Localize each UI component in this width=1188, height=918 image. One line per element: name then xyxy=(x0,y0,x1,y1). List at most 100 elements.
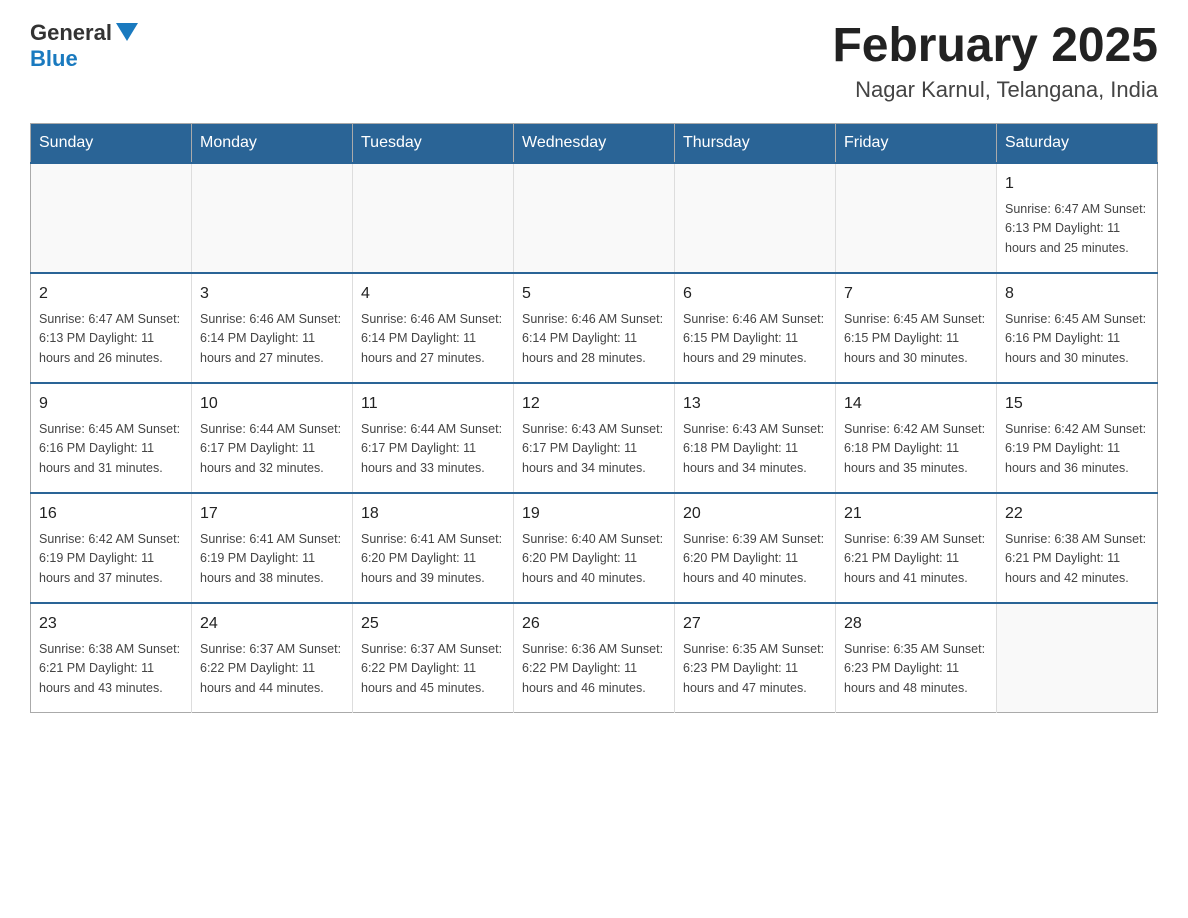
day-info: Sunrise: 6:41 AM Sunset: 6:20 PM Dayligh… xyxy=(361,530,505,588)
calendar-day-cell: 1Sunrise: 6:47 AM Sunset: 6:13 PM Daylig… xyxy=(997,163,1158,273)
title-block: February 2025 Nagar Karnul, Telangana, I… xyxy=(832,20,1158,103)
day-number: 11 xyxy=(361,392,505,416)
day-number: 26 xyxy=(522,612,666,636)
day-number: 3 xyxy=(200,282,344,306)
day-info: Sunrise: 6:39 AM Sunset: 6:21 PM Dayligh… xyxy=(844,530,988,588)
day-info: Sunrise: 6:46 AM Sunset: 6:15 PM Dayligh… xyxy=(683,310,827,368)
calendar-day-cell: 3 Sunrise: 6:46 AM Sunset: 6:14 PM Daylig… xyxy=(192,273,353,383)
day-info: Sunrise: 6:44 AM Sunset: 6:17 PM Dayligh… xyxy=(200,420,344,478)
day-info: Sunrise: 6:46 AM Sunset: 6:14 PM Dayligh… xyxy=(200,310,344,368)
day-number: 13 xyxy=(683,392,827,416)
calendar-day-cell: 25 Sunrise: 6:37 AM Sunset: 6:22 PM Dayli… xyxy=(353,603,514,713)
calendar-body: 1 Sunrise: 6:47 AM Sunset: 6:13 PM Daylig… xyxy=(31,163,1158,713)
day-number: 28 xyxy=(844,612,988,636)
calendar-day-cell: 14 Sunrise: 6:42 AM Sunset: 6:18 PM Dayli… xyxy=(836,383,997,493)
day-info: Sunrise: 6:40 AM Sunset: 6:20 PM Dayligh… xyxy=(522,530,666,588)
calendar-day-cell: 7 Sunrise: 6:45 AM Sunset: 6:15 PM Daylig… xyxy=(836,273,997,383)
day-number: 16 xyxy=(39,502,183,526)
day-number: 21 xyxy=(844,502,988,526)
calendar-day-cell: 9 Sunrise: 6:45 AM Sunset: 6:16 PM Daylig… xyxy=(31,383,192,493)
page-header: General Blue February 2025 Nagar Karnul,… xyxy=(30,20,1158,103)
logo-text-blue: Blue xyxy=(30,46,78,71)
calendar-day-cell: 26 Sunrise: 6:36 AM Sunset: 6:22 PM Dayli… xyxy=(514,603,675,713)
calendar-day-cell: 8Sunrise: 6:45 AM Sunset: 6:16 PM Daylig… xyxy=(997,273,1158,383)
calendar-week-row: 9 Sunrise: 6:45 AM Sunset: 6:16 PM Daylig… xyxy=(31,383,1158,493)
calendar-day-cell: 20 Sunrise: 6:39 AM Sunset: 6:20 PM Dayli… xyxy=(675,493,836,603)
col-friday: Friday xyxy=(836,123,997,163)
day-info: Sunrise: 6:45 AM Sunset: 6:15 PM Dayligh… xyxy=(844,310,988,368)
day-number: 10 xyxy=(200,392,344,416)
logo: General Blue xyxy=(30,20,138,72)
day-number: 7 xyxy=(844,282,988,306)
day-number: 6 xyxy=(683,282,827,306)
col-monday: Monday xyxy=(192,123,353,163)
day-info: Sunrise: 6:42 AM Sunset: 6:18 PM Dayligh… xyxy=(844,420,988,478)
col-wednesday: Wednesday xyxy=(514,123,675,163)
day-number: 1 xyxy=(1005,172,1149,196)
calendar-week-row: 23Sunrise: 6:38 AM Sunset: 6:21 PM Dayli… xyxy=(31,603,1158,713)
logo-triangle-icon xyxy=(116,23,138,41)
day-number: 12 xyxy=(522,392,666,416)
day-info: Sunrise: 6:44 AM Sunset: 6:17 PM Dayligh… xyxy=(361,420,505,478)
calendar-day-cell: 15 Sunrise: 6:42 AM Sunset: 6:19 PM Dayli… xyxy=(997,383,1158,493)
calendar-day-cell: 2Sunrise: 6:47 AM Sunset: 6:13 PM Daylig… xyxy=(31,273,192,383)
day-number: 15 xyxy=(1005,392,1149,416)
calendar-day-cell xyxy=(514,163,675,273)
calendar-day-cell: 27Sunrise: 6:35 AM Sunset: 6:23 PM Dayli… xyxy=(675,603,836,713)
day-info: Sunrise: 6:38 AM Sunset: 6:21 PM Dayligh… xyxy=(1005,530,1149,588)
day-number: 8 xyxy=(1005,282,1149,306)
day-info: Sunrise: 6:39 AM Sunset: 6:20 PM Dayligh… xyxy=(683,530,827,588)
day-number: 17 xyxy=(200,502,344,526)
calendar-day-cell: 12 Sunrise: 6:43 AM Sunset: 6:17 PM Dayli… xyxy=(514,383,675,493)
calendar-day-cell: 18Sunrise: 6:41 AM Sunset: 6:20 PM Dayli… xyxy=(353,493,514,603)
calendar-title: February 2025 xyxy=(832,20,1158,73)
day-number: 9 xyxy=(39,392,183,416)
day-info: Sunrise: 6:43 AM Sunset: 6:17 PM Dayligh… xyxy=(522,420,666,478)
day-info: Sunrise: 6:46 AM Sunset: 6:14 PM Dayligh… xyxy=(522,310,666,368)
day-number: 24 xyxy=(200,612,344,636)
day-info: Sunrise: 6:37 AM Sunset: 6:22 PM Dayligh… xyxy=(361,640,505,698)
day-info: Sunrise: 6:46 AM Sunset: 6:14 PM Dayligh… xyxy=(361,310,505,368)
day-info: Sunrise: 6:38 AM Sunset: 6:21 PM Dayligh… xyxy=(39,640,183,698)
day-info: Sunrise: 6:35 AM Sunset: 6:23 PM Dayligh… xyxy=(844,640,988,698)
day-number: 20 xyxy=(683,502,827,526)
day-number: 22 xyxy=(1005,502,1149,526)
calendar-day-cell: 23Sunrise: 6:38 AM Sunset: 6:21 PM Dayli… xyxy=(31,603,192,713)
day-number: 19 xyxy=(522,502,666,526)
calendar-week-row: 16 Sunrise: 6:42 AM Sunset: 6:19 PM Dayli… xyxy=(31,493,1158,603)
day-info: Sunrise: 6:37 AM Sunset: 6:22 PM Dayligh… xyxy=(200,640,344,698)
calendar-table: Sunday Monday Tuesday Wednesday Thursday… xyxy=(30,123,1158,714)
calendar-day-cell: 22 Sunrise: 6:38 AM Sunset: 6:21 PM Dayli… xyxy=(997,493,1158,603)
col-saturday: Saturday xyxy=(997,123,1158,163)
day-info: Sunrise: 6:47 AM Sunset: 6:13 PM Dayligh… xyxy=(39,310,183,368)
calendar-day-cell: 11 Sunrise: 6:44 AM Sunset: 6:17 PM Dayli… xyxy=(353,383,514,493)
calendar-day-cell xyxy=(675,163,836,273)
calendar-day-cell: 16 Sunrise: 6:42 AM Sunset: 6:19 PM Dayli… xyxy=(31,493,192,603)
calendar-day-cell: 24 Sunrise: 6:37 AM Sunset: 6:22 PM Dayli… xyxy=(192,603,353,713)
day-number: 14 xyxy=(844,392,988,416)
day-info: Sunrise: 6:43 AM Sunset: 6:18 PM Dayligh… xyxy=(683,420,827,478)
day-info: Sunrise: 6:35 AM Sunset: 6:23 PM Dayligh… xyxy=(683,640,827,698)
calendar-day-cell: 10 Sunrise: 6:44 AM Sunset: 6:17 PM Dayli… xyxy=(192,383,353,493)
calendar-day-cell: 6 Sunrise: 6:46 AM Sunset: 6:15 PM Daylig… xyxy=(675,273,836,383)
day-info: Sunrise: 6:45 AM Sunset: 6:16 PM Dayligh… xyxy=(39,420,183,478)
day-number: 4 xyxy=(361,282,505,306)
col-sunday: Sunday xyxy=(31,123,192,163)
day-info: Sunrise: 6:42 AM Sunset: 6:19 PM Dayligh… xyxy=(1005,420,1149,478)
calendar-subtitle: Nagar Karnul, Telangana, India xyxy=(832,77,1158,103)
day-info: Sunrise: 6:36 AM Sunset: 6:22 PM Dayligh… xyxy=(522,640,666,698)
calendar-day-cell: 4 Sunrise: 6:46 AM Sunset: 6:14 PM Daylig… xyxy=(353,273,514,383)
day-info: Sunrise: 6:41 AM Sunset: 6:19 PM Dayligh… xyxy=(200,530,344,588)
calendar-day-cell: 13 Sunrise: 6:43 AM Sunset: 6:18 PM Dayli… xyxy=(675,383,836,493)
col-tuesday: Tuesday xyxy=(353,123,514,163)
day-number: 5 xyxy=(522,282,666,306)
calendar-header: Sunday Monday Tuesday Wednesday Thursday… xyxy=(31,123,1158,163)
day-number: 25 xyxy=(361,612,505,636)
calendar-day-cell: 19 Sunrise: 6:40 AM Sunset: 6:20 PM Dayli… xyxy=(514,493,675,603)
calendar-day-cell xyxy=(192,163,353,273)
calendar-day-cell: 28 Sunrise: 6:35 AM Sunset: 6:23 PM Dayli… xyxy=(836,603,997,713)
day-info: Sunrise: 6:42 AM Sunset: 6:19 PM Dayligh… xyxy=(39,530,183,588)
calendar-day-cell xyxy=(353,163,514,273)
calendar-day-cell xyxy=(836,163,997,273)
calendar-day-cell: 5 Sunrise: 6:46 AM Sunset: 6:14 PM Daylig… xyxy=(514,273,675,383)
